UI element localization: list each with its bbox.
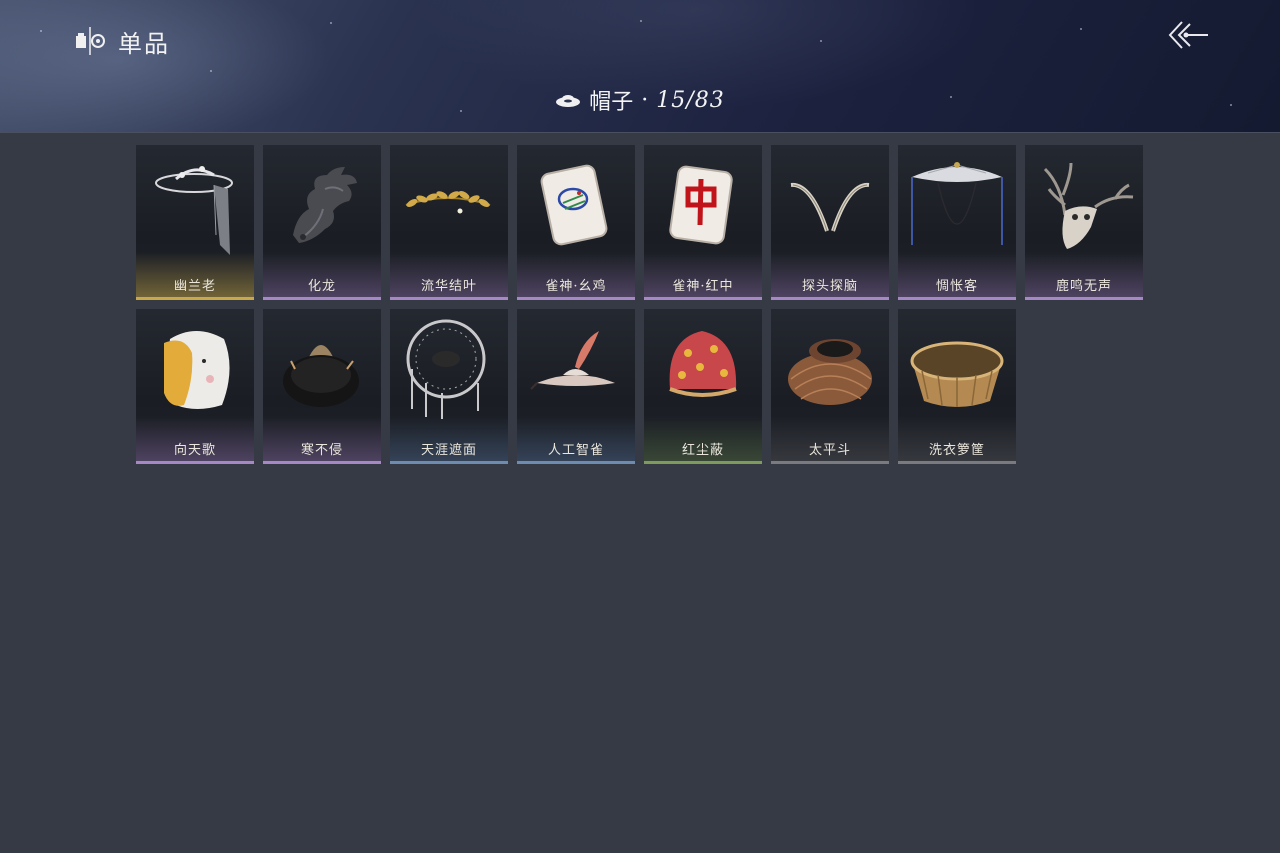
back-arrow-icon[interactable] bbox=[1166, 18, 1210, 52]
item-name: 雀神·红中 bbox=[672, 279, 734, 294]
item-name: 探头探脑 bbox=[801, 279, 858, 294]
item-card-8[interactable]: 向天歌 bbox=[136, 309, 254, 464]
rarity-bar bbox=[517, 461, 635, 464]
item-name: 寒不侵 bbox=[300, 443, 343, 458]
wardrobe-icon bbox=[76, 27, 105, 55]
category-label: 帽子 bbox=[589, 90, 634, 115]
item-name: 向天歌 bbox=[173, 443, 216, 458]
item-card-10[interactable]: 天涯遮面 bbox=[390, 309, 508, 464]
feathered-hat-icon bbox=[530, 331, 615, 390]
rarity-bar bbox=[644, 297, 762, 300]
laundry-basket-icon bbox=[910, 341, 1004, 407]
item-card-12[interactable]: 红尘蔽 bbox=[644, 309, 762, 464]
deer-skull-icon bbox=[1043, 162, 1134, 249]
rarity-bar bbox=[771, 461, 889, 464]
item-name: 鹿鸣无声 bbox=[1055, 279, 1112, 294]
header-banner: 单品 帽子 · 15/83 bbox=[0, 0, 1280, 133]
category-header: 帽子 · 15/83 bbox=[0, 84, 1280, 116]
veiled-hat-icon bbox=[155, 166, 233, 255]
item-card-11[interactable]: 人工智雀 bbox=[517, 309, 635, 464]
item-card-0[interactable]: 幽兰老 bbox=[136, 145, 254, 300]
item-name: 流华结叶 bbox=[420, 279, 477, 294]
goose-hood-icon bbox=[164, 331, 230, 409]
item-grid: 幽兰老 化龙 流华结叶 雀神·幺鸡 雀神·红中 探头探脑 惆怅客 鹿鸣无声 向天… bbox=[136, 145, 1146, 464]
rarity-bar bbox=[1025, 297, 1143, 300]
mahjong-red-tile-icon bbox=[669, 165, 733, 245]
round-frame-hat-icon bbox=[406, 319, 486, 419]
item-name: 惆怅客 bbox=[935, 279, 978, 294]
item-name: 洗衣箩筐 bbox=[928, 443, 985, 458]
red-cap-icon bbox=[669, 331, 737, 397]
item-name: 天涯遮面 bbox=[420, 443, 477, 458]
item-name: 太平斗 bbox=[808, 443, 851, 458]
collection-count: 15/83 bbox=[656, 87, 725, 113]
rarity-bar bbox=[136, 297, 254, 300]
item-name: 幽兰老 bbox=[173, 279, 216, 294]
item-name: 人工智雀 bbox=[547, 443, 604, 458]
rarity-bar bbox=[898, 297, 1016, 300]
item-card-6[interactable]: 惆怅客 bbox=[898, 145, 1016, 300]
section-title: 单品 bbox=[74, 24, 170, 58]
category-separator: · bbox=[641, 87, 649, 113]
item-name: 雀神·幺鸡 bbox=[545, 279, 607, 294]
item-card-2[interactable]: 流华结叶 bbox=[390, 145, 508, 300]
rarity-bar bbox=[263, 461, 381, 464]
wicker-hat-icon bbox=[788, 339, 872, 405]
dragon-icon bbox=[293, 167, 357, 243]
item-card-13[interactable]: 太平斗 bbox=[771, 309, 889, 464]
rarity-bar bbox=[644, 461, 762, 464]
rarity-bar bbox=[390, 297, 508, 300]
laurel-wreath-icon bbox=[405, 191, 491, 214]
item-name: 化龙 bbox=[307, 279, 336, 294]
rarity-bar bbox=[771, 297, 889, 300]
item-card-14[interactable]: 洗衣箩筐 bbox=[898, 309, 1016, 464]
rarity-bar bbox=[898, 461, 1016, 464]
mahjong-bird-tile-icon bbox=[540, 164, 608, 246]
item-card-4[interactable]: 雀神·红中 bbox=[644, 145, 762, 300]
item-card-7[interactable]: 鹿鸣无声 bbox=[1025, 145, 1143, 300]
item-card-3[interactable]: 雀神·幺鸡 bbox=[517, 145, 635, 300]
rarity-bar bbox=[263, 297, 381, 300]
fur-hat-icon bbox=[283, 345, 359, 407]
item-name: 红尘蔽 bbox=[681, 443, 724, 458]
hat-icon bbox=[556, 95, 581, 107]
rarity-bar bbox=[517, 297, 635, 300]
section-title-label: 单品 bbox=[118, 29, 170, 58]
bamboo-hat-icon bbox=[911, 162, 1003, 245]
rarity-bar bbox=[390, 461, 508, 464]
rarity-bar bbox=[136, 461, 254, 464]
feather-antennae-icon bbox=[790, 182, 870, 232]
item-card-5[interactable]: 探头探脑 bbox=[771, 145, 889, 300]
item-card-1[interactable]: 化龙 bbox=[263, 145, 381, 300]
item-card-9[interactable]: 寒不侵 bbox=[263, 309, 381, 464]
